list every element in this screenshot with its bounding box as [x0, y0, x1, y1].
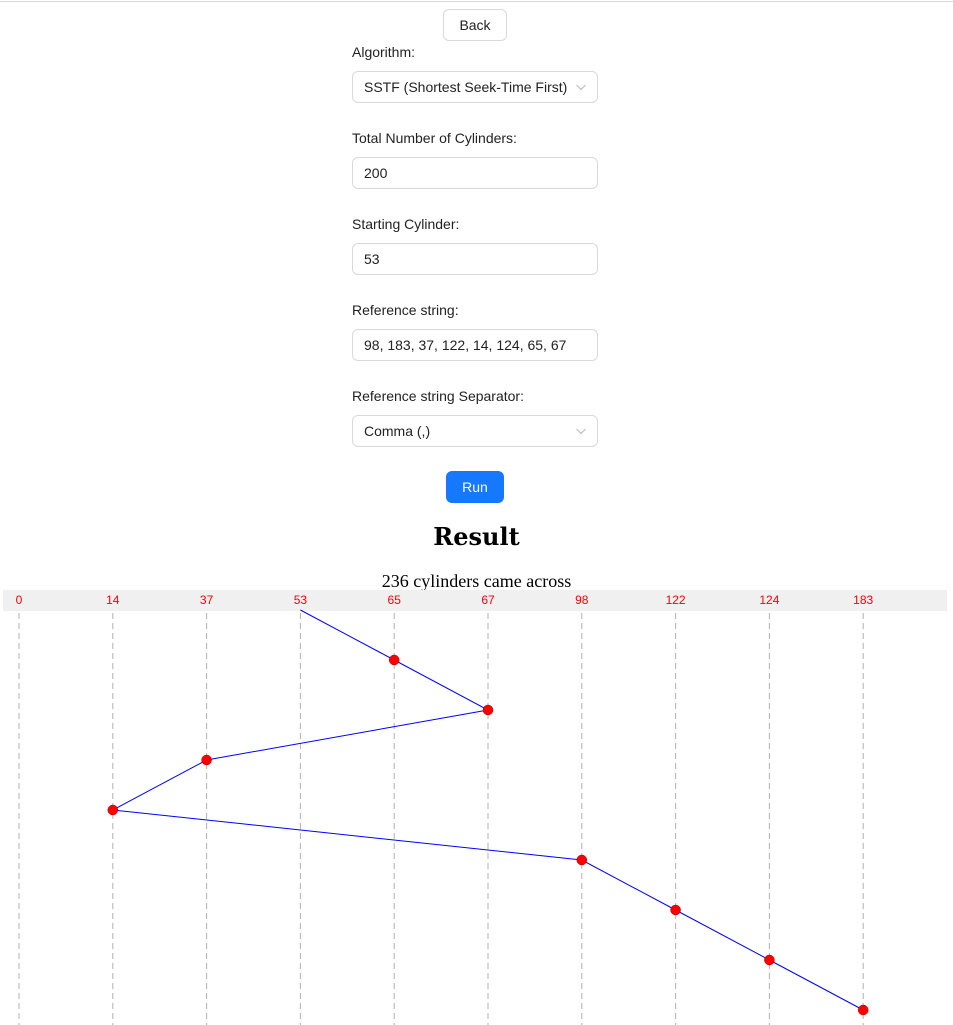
seek-point-183	[857, 1004, 869, 1016]
seek-point-65	[388, 654, 400, 666]
algorithm-value: SSTF (Shortest Seek-Time First)	[364, 79, 568, 95]
tick-label-67: 67	[481, 593, 495, 607]
tick-label-0: 0	[16, 593, 23, 607]
seek-path-line	[111, 609, 864, 1011]
seek-point-37	[201, 754, 212, 766]
tick-label-124: 124	[759, 593, 779, 607]
reference-string-input[interactable]: 98, 183, 37, 122, 14, 124, 65, 67	[352, 329, 598, 361]
total-cylinders-input[interactable]: 200	[352, 157, 598, 189]
starting-cylinder-value: 53	[364, 251, 380, 267]
separator-label: Reference string Separator:	[352, 388, 524, 404]
tick-label-53: 53	[294, 593, 308, 607]
seek-point-67	[482, 704, 494, 716]
seek-chart-area: 0 14 37 53 65 67 98 122 124 183	[0, 590, 953, 1025]
result-summary: 236 cylinders came across	[381, 571, 572, 591]
top-divider	[0, 1, 953, 2]
seek-point-122	[670, 904, 681, 916]
seek-point-124	[764, 954, 775, 966]
separator-value: Comma (,)	[364, 423, 431, 439]
reference-string-label: Reference string:	[352, 302, 459, 318]
algorithm-select[interactable]: SSTF (Shortest Seek-Time First)	[352, 71, 598, 103]
reference-string-value: 98, 183, 37, 122, 14, 124, 65, 67	[364, 337, 567, 353]
result-title: Result	[433, 522, 520, 551]
algorithm-label: Algorithm:	[352, 44, 416, 60]
separator-select[interactable]: Comma (,)	[352, 415, 598, 447]
tick-label-122: 122	[666, 593, 686, 607]
tick-label-14: 14	[106, 593, 120, 607]
starting-cylinder-input[interactable]: 53	[352, 243, 598, 275]
chevron-down-icon	[576, 428, 586, 435]
tick-label-98: 98	[575, 593, 589, 607]
chevron-down-icon	[576, 84, 586, 91]
seek-point-98	[576, 854, 588, 866]
total-cylinders-label: Total Number of Cylinders:	[352, 130, 517, 146]
tick-label-183: 183	[853, 593, 873, 607]
back-button[interactable]: Back	[443, 9, 507, 41]
seek-point-14	[107, 804, 119, 816]
tick-label-37: 37	[200, 593, 214, 607]
total-cylinders-value: 200	[364, 165, 388, 181]
run-button[interactable]: Run	[446, 471, 504, 503]
seek-chart: 0 14 37 53 65 67 98 122 124 183	[16, 593, 874, 1025]
tick-label-65: 65	[388, 593, 402, 607]
starting-cylinder-label: Starting Cylinder:	[352, 216, 460, 232]
